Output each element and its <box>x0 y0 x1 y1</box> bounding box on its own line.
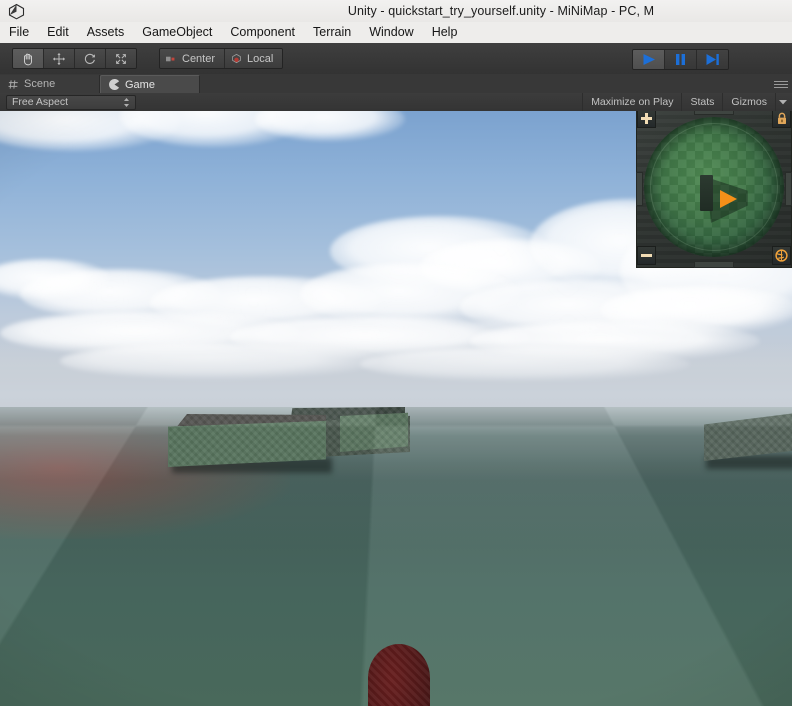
rotate-icon <box>83 52 97 66</box>
unity-editor-window: Unity - quickstart_try_yourself.unity - … <box>0 0 792 706</box>
pivot-local-label: Local <box>247 52 274 65</box>
gizmos-dropdown-button[interactable] <box>775 93 790 111</box>
plus-icon <box>641 113 652 124</box>
tab-game[interactable]: Game <box>100 75 200 93</box>
minimap-zoom-out-button[interactable] <box>637 246 656 265</box>
rotate-tool-button[interactable] <box>75 49 106 68</box>
pause-button[interactable] <box>665 50 697 69</box>
main-toolbar: Center Local <box>0 43 792 75</box>
aspect-ratio-value: Free Aspect <box>12 96 69 108</box>
minimap-notch-top <box>694 111 734 115</box>
padlock-icon <box>776 112 788 125</box>
pivot-center-button[interactable]: Center <box>160 49 226 68</box>
minimap-notch-right <box>785 172 792 206</box>
tab-game-label: Game <box>125 78 155 91</box>
minimap-lock-button[interactable] <box>772 111 791 128</box>
game-view-toolbar-right: Maximize on Play Stats Gizmos <box>582 93 790 111</box>
title-bar: Unity - quickstart_try_yourself.unity - … <box>0 0 792 23</box>
move-arrows-icon <box>52 52 66 66</box>
game-pacman-icon <box>109 79 120 90</box>
hand-tool-button[interactable] <box>13 49 44 68</box>
game-view-toolbar: Free Aspect Maximize on Play Stats Gizmo… <box>0 93 792 112</box>
pivot-center-icon <box>166 54 177 64</box>
minus-icon <box>641 254 652 257</box>
chevron-down-icon <box>779 99 787 105</box>
stats-button[interactable]: Stats <box>681 93 722 111</box>
scale-icon <box>114 52 128 66</box>
step-button[interactable] <box>697 50 728 69</box>
menu-item-help[interactable]: Help <box>423 23 467 42</box>
hand-icon <box>21 52 35 66</box>
aspect-ratio-dropdown[interactable]: Free Aspect <box>6 94 136 110</box>
game-viewport[interactable] <box>0 111 792 706</box>
menu-item-assets[interactable]: Assets <box>78 23 134 42</box>
scale-tool-button[interactable] <box>106 49 136 68</box>
minimap-range-ring <box>650 123 778 251</box>
move-tool-button[interactable] <box>44 49 75 68</box>
minimap-notch-left <box>636 172 643 206</box>
player-capsule <box>368 644 430 706</box>
minimap-notch-bottom <box>694 261 734 268</box>
panel-tab-bar: Scene Game <box>0 74 792 93</box>
tab-scene[interactable]: Scene <box>0 75 100 93</box>
menu-item-file[interactable]: File <box>0 23 38 42</box>
menu-item-terrain[interactable]: Terrain <box>304 23 360 42</box>
pivot-center-label: Center <box>182 52 216 65</box>
tab-scene-label: Scene <box>24 78 56 90</box>
pivot-controls-group: Center Local <box>159 48 284 69</box>
window-title: Unity - quickstart_try_yourself.unity - … <box>347 4 655 18</box>
gizmos-button[interactable]: Gizmos <box>722 93 775 111</box>
minimap-zoom-in-button[interactable] <box>637 111 656 128</box>
compass-globe-icon <box>775 249 788 262</box>
menu-item-window[interactable]: Window <box>360 23 422 42</box>
local-handle-icon <box>231 53 242 64</box>
pause-bars-icon <box>674 53 687 66</box>
minimap-compass-button[interactable] <box>772 246 791 265</box>
step-forward-icon <box>705 53 720 66</box>
maximize-on-play-button[interactable]: Maximize on Play <box>582 93 681 111</box>
menu-item-gameobject[interactable]: GameObject <box>133 23 221 42</box>
wall-left <box>168 420 326 467</box>
play-triangle-icon <box>641 53 657 66</box>
pivot-local-button[interactable]: Local <box>225 49 283 68</box>
minimap-panel[interactable] <box>636 111 792 268</box>
wall-middle-green <box>340 412 408 452</box>
updown-arrows-icon <box>123 97 130 108</box>
hamburger-menu-icon[interactable] <box>774 78 788 90</box>
scene-grid-icon <box>8 79 19 90</box>
menu-item-edit[interactable]: Edit <box>38 23 78 42</box>
menu-bar: File Edit Assets GameObject Component Te… <box>0 22 792 44</box>
transform-tools-group <box>12 48 137 69</box>
playback-controls-group <box>632 49 729 70</box>
menu-item-component[interactable]: Component <box>221 23 304 42</box>
play-button[interactable] <box>633 50 665 69</box>
